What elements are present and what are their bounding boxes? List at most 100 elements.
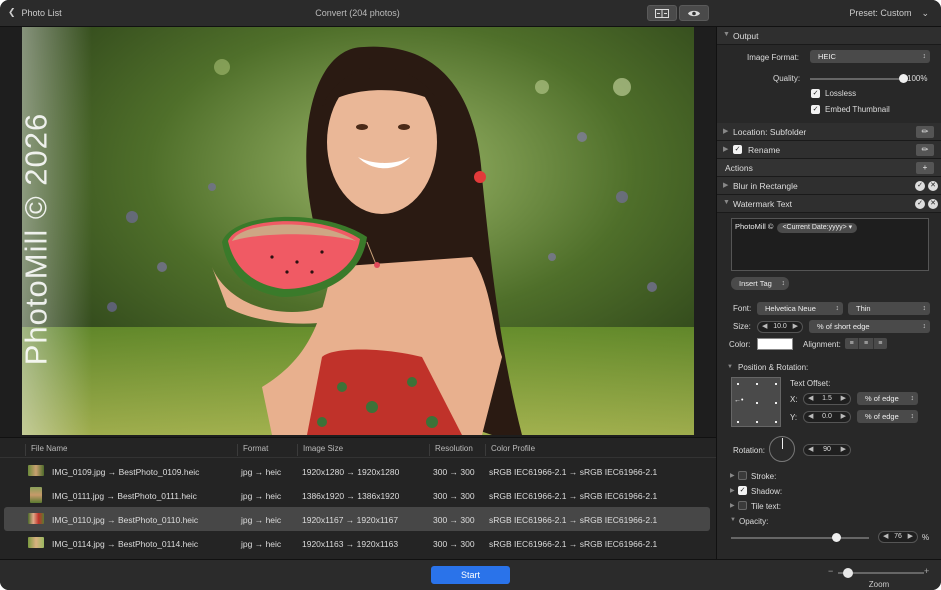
- row-thumbnail: [28, 513, 44, 524]
- enabled-check-icon[interactable]: ✓: [915, 181, 925, 191]
- start-button[interactable]: Start: [431, 566, 510, 584]
- stroke-label: Stroke:: [751, 472, 777, 481]
- col-format[interactable]: Format: [237, 444, 297, 456]
- app-window: ❮ Photo List Convert (204 photos) Preset…: [0, 0, 941, 590]
- text-offset-label: Text Offset:: [790, 379, 831, 388]
- opacity-label: Opacity:: [739, 517, 769, 526]
- position-anchor-grid[interactable]: ←•: [731, 377, 781, 427]
- embed-thumbnail-checkbox[interactable]: ✓: [811, 105, 820, 114]
- blur-action-header[interactable]: ▶ Blur in Rectangle ✓ ✕: [717, 177, 941, 195]
- cell-file-name: IMG_0114.jpg → BestPhoto_0114.heic: [52, 539, 199, 549]
- table-row[interactable]: IMG_0114.jpg → BestPhoto_0114.heic jpg →…: [4, 531, 710, 555]
- rotation-dial[interactable]: [769, 436, 795, 462]
- remove-action-icon[interactable]: ✕: [928, 199, 938, 209]
- preset-label: Preset: Custom: [849, 8, 912, 18]
- compare-view-button[interactable]: [647, 5, 677, 21]
- lossless-label: Lossless: [825, 89, 857, 98]
- image-format-select[interactable]: HEIC: [810, 50, 930, 63]
- x-offset-stepper[interactable]: ◀ 1.5 ▶: [803, 393, 851, 405]
- cell-resolution: 300 → 300: [433, 539, 475, 549]
- font-weight-select[interactable]: Thin: [848, 302, 930, 315]
- align-right-icon[interactable]: ≡: [874, 338, 887, 349]
- col-file-name[interactable]: File Name: [25, 444, 237, 456]
- insert-tag-button[interactable]: Insert Tag: [731, 277, 789, 290]
- chevron-down-icon: ⌄: [921, 8, 929, 18]
- zoom-in-icon[interactable]: +: [924, 566, 929, 576]
- table-row[interactable]: IMG_0110.jpg → BestPhoto_0110.heic jpg →…: [4, 507, 710, 531]
- y-offset-value: 0.0: [822, 413, 832, 420]
- edit-rename-button[interactable]: ✏: [916, 144, 934, 156]
- size-stepper[interactable]: ◀ 10.0 ▶: [757, 321, 803, 333]
- rename-label: Rename: [748, 145, 781, 155]
- title-bar: ❮ Photo List Convert (204 photos) Preset…: [0, 0, 941, 27]
- cell-color-profile: sRGB IEC61966-2.1 → sRGB IEC61966-2.1: [489, 491, 658, 501]
- y-unit-select[interactable]: % of edge: [857, 410, 918, 423]
- disclosure-closed-icon[interactable]: ▶: [730, 487, 735, 494]
- disclosure-closed-icon[interactable]: ▶: [730, 502, 735, 509]
- size-value: 10.0: [773, 323, 787, 330]
- actions-header: Actions +: [717, 159, 941, 177]
- x-unit-select[interactable]: % of edge: [857, 392, 918, 405]
- align-center-icon[interactable]: ≡: [859, 338, 874, 349]
- position-rotation-header: Position & Rotation:: [738, 363, 809, 372]
- shadow-checkbox[interactable]: ✓: [738, 486, 747, 495]
- disclosure-open-icon: ▼: [723, 31, 730, 38]
- cell-file-name: IMG_0109.jpg → BestPhoto_0109.heic: [52, 467, 200, 477]
- col-color-profile[interactable]: Color Profile: [485, 444, 710, 456]
- edit-location-button[interactable]: ✏: [916, 126, 934, 138]
- preview-toggle-button[interactable]: [679, 5, 709, 21]
- tile-text-checkbox[interactable]: [738, 501, 747, 510]
- cell-format: jpg → heic: [241, 491, 282, 501]
- watermark-text-field[interactable]: PhotoMill © <Current Date:yyyy> ▾: [731, 218, 929, 271]
- font-family-select[interactable]: Helvetica Neue: [757, 302, 843, 315]
- y-label: Y:: [790, 413, 798, 422]
- disclosure-open-icon[interactable]: ▼: [727, 364, 733, 370]
- shadow-label: Shadow:: [751, 487, 783, 496]
- disclosure-closed-icon[interactable]: ▶: [730, 472, 735, 479]
- bottom-bar: Start − + Zoom: [0, 559, 941, 590]
- watermark-action-header[interactable]: ▼ Watermark Text ✓ ✕: [717, 195, 941, 213]
- col-image-size[interactable]: Image Size: [297, 444, 429, 456]
- disclosure-open-icon[interactable]: ▼: [730, 517, 736, 523]
- quality-label: Quality:: [773, 74, 801, 83]
- cell-image-size: 1920x1167 → 1920x1167: [302, 515, 399, 525]
- date-tag-token[interactable]: <Current Date:yyyy> ▾: [777, 223, 858, 233]
- embed-thumbnail-label: Embed Thumbnail: [825, 105, 890, 114]
- size-unit-select[interactable]: % of short edge: [809, 320, 930, 333]
- enabled-check-icon[interactable]: ✓: [915, 199, 925, 209]
- rename-checkbox[interactable]: ✓: [733, 145, 742, 154]
- remove-action-icon[interactable]: ✕: [928, 181, 938, 191]
- lossless-checkbox[interactable]: ✓: [811, 89, 820, 98]
- preview-photo: [22, 27, 694, 435]
- opacity-slider-knob[interactable]: [831, 533, 841, 542]
- location-section-header[interactable]: ▶ Location: Subfolder ✏: [717, 123, 941, 141]
- chevron-left-icon: ❮: [8, 7, 16, 17]
- opacity-slider-track[interactable]: [731, 537, 869, 539]
- add-action-button[interactable]: +: [916, 162, 934, 174]
- alignment-segmented-control[interactable]: ≡ ≡ ≡: [845, 338, 887, 349]
- disclosure-open-icon: ▼: [723, 199, 730, 206]
- stroke-checkbox[interactable]: [738, 471, 747, 480]
- preset-menu[interactable]: Preset: Custom ⌄: [849, 8, 929, 19]
- opacity-stepper[interactable]: ◀ 76 ▶: [878, 531, 918, 543]
- zoom-out-icon[interactable]: −: [828, 566, 833, 576]
- quality-slider-track[interactable]: [810, 78, 903, 80]
- location-label: Location: Subfolder: [733, 127, 807, 137]
- table-row[interactable]: IMG_0109.jpg → BestPhoto_0109.heic jpg →…: [4, 459, 710, 483]
- y-offset-stepper[interactable]: ◀ 0.0 ▶: [803, 411, 851, 423]
- zoom-label: Zoom: [868, 580, 890, 589]
- photo-scene: [22, 27, 694, 435]
- table-row[interactable]: IMG_0111.jpg → BestPhoto_0111.heic jpg →…: [4, 483, 710, 507]
- rotation-stepper[interactable]: ◀ 90 ▶: [803, 444, 851, 456]
- zoom-control: − + Zoom: [826, 563, 936, 589]
- col-resolution[interactable]: Resolution: [429, 444, 485, 456]
- cell-resolution: 300 → 300: [433, 515, 475, 525]
- back-to-photo-list-button[interactable]: ❮ Photo List: [8, 7, 62, 18]
- output-section-header[interactable]: ▼ Output: [717, 27, 941, 45]
- color-well[interactable]: [757, 338, 793, 350]
- quality-value: 100%: [907, 74, 928, 83]
- cell-file-name: IMG_0110.jpg → BestPhoto_0110.heic: [52, 515, 199, 525]
- align-left-icon[interactable]: ≡: [845, 338, 860, 349]
- zoom-slider-knob[interactable]: [842, 568, 853, 578]
- rename-section-header[interactable]: ▶ ✓ Rename ✏: [717, 141, 941, 159]
